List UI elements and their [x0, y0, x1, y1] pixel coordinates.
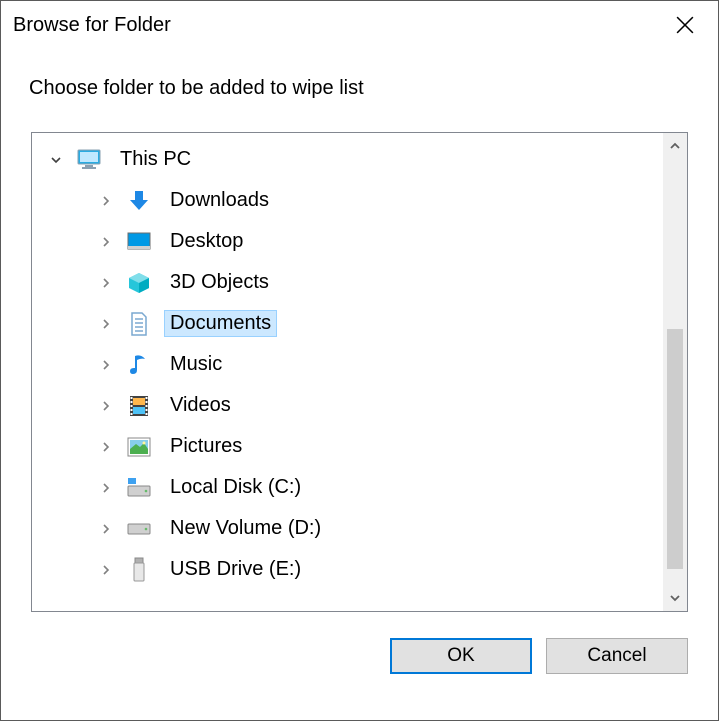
folder-tree[interactable]: This PC Downloads Deskt [32, 133, 663, 611]
ok-button[interactable]: OK [390, 638, 532, 674]
tree-item-downloads[interactable]: Downloads [32, 180, 663, 221]
chevron-right-icon[interactable] [96, 314, 116, 334]
scroll-down-arrow-icon[interactable] [663, 585, 687, 611]
tree-row-label: Pictures [164, 433, 248, 460]
tree-item-music[interactable]: Music [32, 344, 663, 385]
chevron-right-icon[interactable] [96, 478, 116, 498]
tree-row-label: This PC [114, 146, 197, 173]
music-note-icon [124, 350, 154, 380]
close-icon [676, 16, 694, 34]
tree-row-label: Downloads [164, 187, 275, 214]
tree-item-3d-objects[interactable]: 3D Objects [32, 262, 663, 303]
tree-item-videos[interactable]: Videos [32, 385, 663, 426]
tree-row-label: 3D Objects [164, 269, 275, 296]
tree-row-label: Videos [164, 392, 237, 419]
chevron-right-icon[interactable] [96, 560, 116, 580]
vertical-scrollbar[interactable] [663, 133, 687, 611]
hard-drive-icon [124, 514, 154, 544]
scroll-thumb[interactable] [667, 329, 683, 569]
tree-row-label: Local Disk (C:) [164, 474, 307, 501]
scroll-track[interactable] [663, 159, 687, 585]
tree-root-this-pc[interactable]: This PC [32, 139, 663, 180]
folder-tree-container: This PC Downloads Deskt [31, 132, 688, 612]
tree-item-new-volume-d[interactable]: New Volume (D:) [32, 508, 663, 549]
hard-drive-icon [124, 473, 154, 503]
tree-row-label: Music [164, 351, 228, 378]
dialog-title: Browse for Folder [13, 14, 652, 37]
document-page-icon [124, 309, 154, 339]
film-strip-icon [124, 391, 154, 421]
titlebar: Browse for Folder [1, 1, 718, 49]
chevron-right-icon[interactable] [96, 396, 116, 416]
chevron-right-icon[interactable] [96, 519, 116, 539]
chevron-down-icon[interactable] [46, 150, 66, 170]
tree-row-label: Desktop [164, 228, 249, 255]
scroll-up-arrow-icon[interactable] [663, 133, 687, 159]
download-arrow-icon [124, 186, 154, 216]
usb-drive-icon [124, 555, 154, 585]
tree-item-desktop[interactable]: Desktop [32, 221, 663, 262]
desktop-screen-icon [124, 227, 154, 257]
landscape-photo-icon [124, 432, 154, 462]
cube-3d-icon [124, 268, 154, 298]
dialog-button-row: OK Cancel [1, 612, 718, 674]
tree-row-label: New Volume (D:) [164, 515, 327, 542]
tree-item-usb-drive-e[interactable]: USB Drive (E:) [32, 549, 663, 590]
chevron-right-icon[interactable] [96, 437, 116, 457]
tree-row-label: Documents [164, 310, 277, 337]
instruction-label: Choose folder to be added to wipe list [1, 49, 718, 104]
cancel-button[interactable]: Cancel [546, 638, 688, 674]
close-button[interactable] [652, 1, 718, 49]
chevron-right-icon[interactable] [96, 355, 116, 375]
tree-item-local-disk-c[interactable]: Local Disk (C:) [32, 467, 663, 508]
chevron-right-icon[interactable] [96, 191, 116, 211]
pc-monitor-icon [74, 145, 104, 175]
chevron-right-icon[interactable] [96, 273, 116, 293]
tree-row-label: USB Drive (E:) [164, 556, 307, 583]
chevron-right-icon[interactable] [96, 232, 116, 252]
tree-item-documents[interactable]: Documents [32, 303, 663, 344]
tree-item-pictures[interactable]: Pictures [32, 426, 663, 467]
